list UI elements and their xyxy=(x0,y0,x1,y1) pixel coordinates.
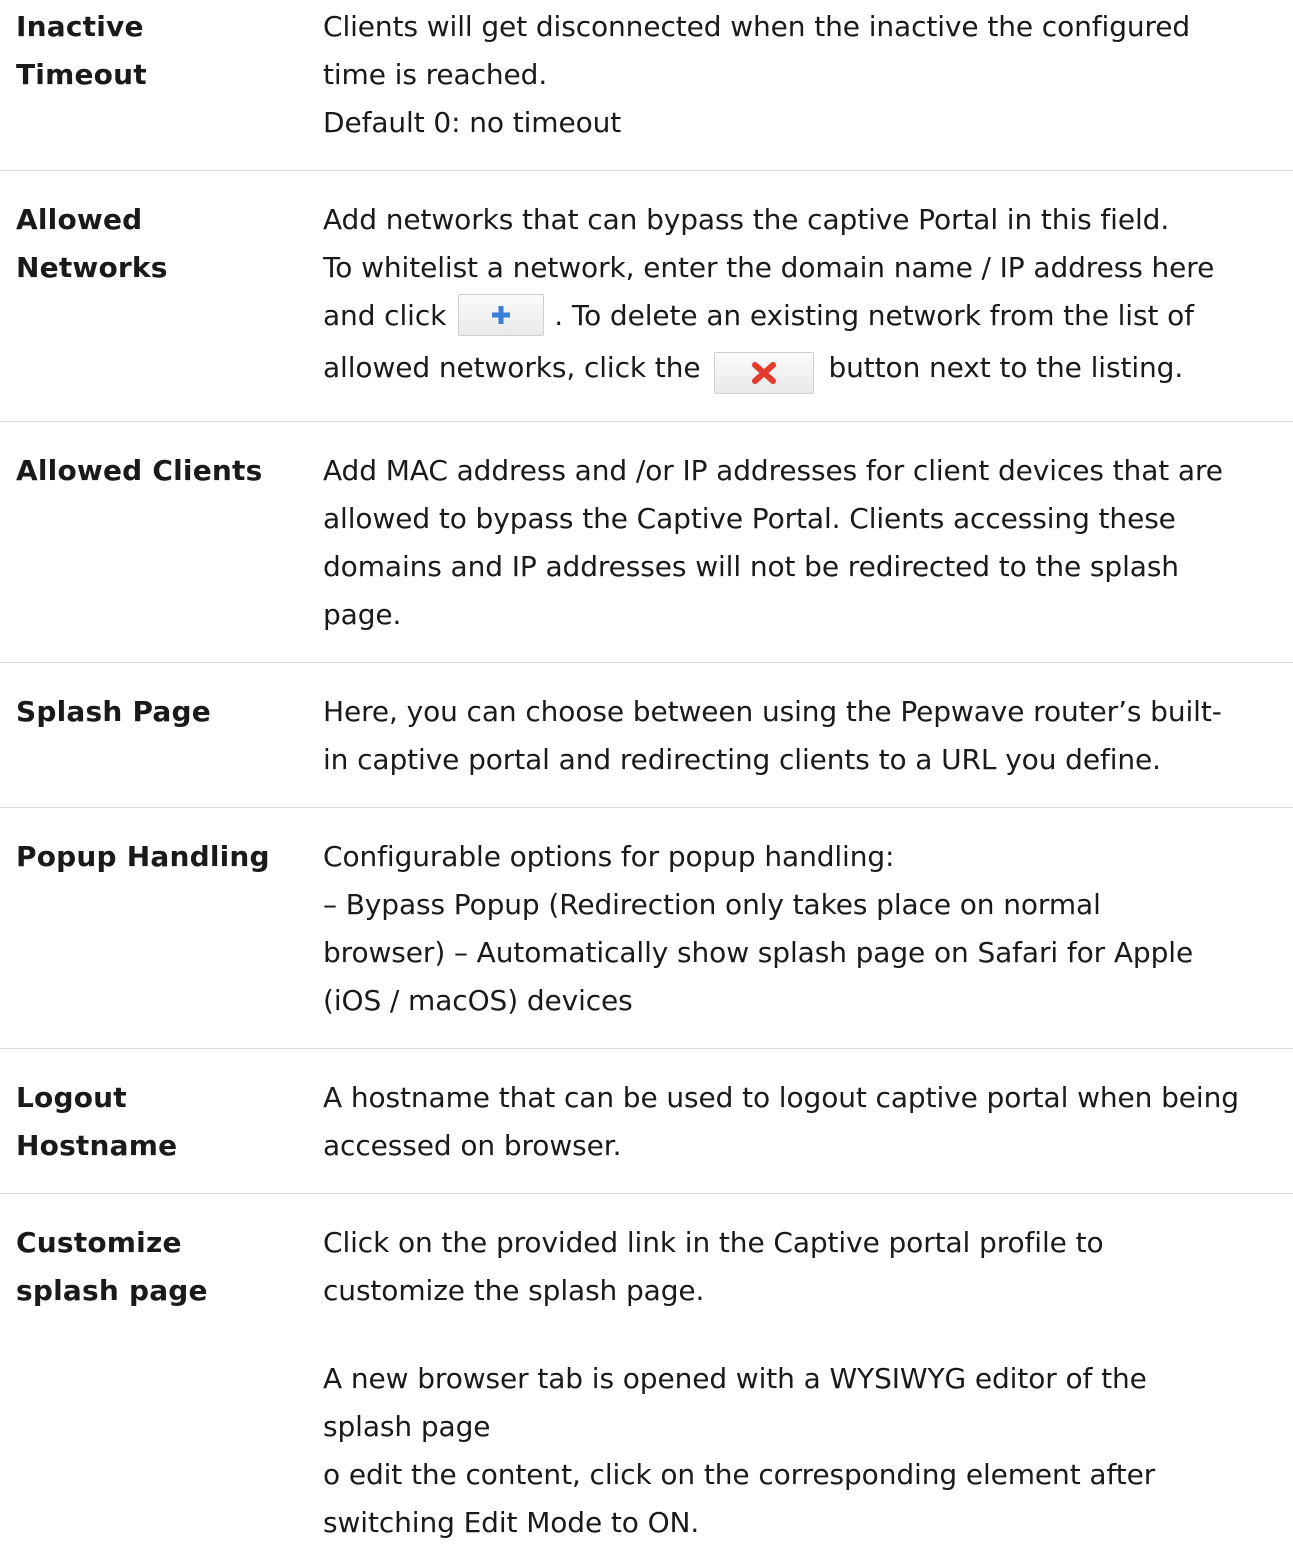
label-line: Allowed xyxy=(16,203,143,236)
desc-line: page. xyxy=(323,598,402,631)
add-network-button-illustration xyxy=(458,294,545,336)
row-label: Popup Handling xyxy=(16,833,306,881)
desc-line: allowed networks, click the button next t… xyxy=(323,344,1288,394)
desc-line: – Bypass Popup (Redirection only takes p… xyxy=(323,888,1101,921)
label-line: Logout xyxy=(16,1081,127,1114)
desc-line: Configurable options for popup handling: xyxy=(323,840,895,873)
row-logout-hostname: Logout Hostname A hostname that can be u… xyxy=(0,1049,1293,1194)
row-inactive-timeout: Inactive Timeout Clients will get discon… xyxy=(0,0,1293,171)
row-allowed-clients: Allowed Clients Add MAC address and /or … xyxy=(0,422,1293,663)
row-label: Allowed Networks xyxy=(16,196,306,292)
desc-text: button next to the listing. xyxy=(828,351,1184,384)
row-label: Inactive Timeout xyxy=(16,3,306,99)
desc-line: Here, you can choose between using the P… xyxy=(323,695,1222,728)
label-line: Networks xyxy=(16,251,168,284)
row-description: Add networks that can bypass the captive… xyxy=(323,196,1288,394)
desc-line: time is reached. xyxy=(323,58,548,91)
row-description: Clients will get disconnected when the i… xyxy=(323,3,1288,147)
row-label: Splash Page xyxy=(16,688,306,736)
desc-line: domains and IP addresses will not be red… xyxy=(323,550,1179,583)
desc-line: A hostname that can be used to logout ca… xyxy=(323,1081,1239,1114)
desc-line: allowed to bypass the Captive Portal. Cl… xyxy=(323,502,1176,535)
row-label: Logout Hostname xyxy=(16,1074,306,1170)
label-line: splash page xyxy=(16,1274,208,1307)
desc-line: splash page xyxy=(323,1410,491,1443)
desc-text: and click xyxy=(323,299,447,332)
label-line: Allowed Clients xyxy=(16,454,263,487)
settings-description-table: Inactive Timeout Clients will get discon… xyxy=(0,0,1293,1540)
desc-text: . To delete an existing network from the… xyxy=(554,299,1194,332)
red-x-icon xyxy=(752,362,777,384)
label-line: Splash Page xyxy=(16,695,211,728)
desc-line: and click . To delete an existing network… xyxy=(323,292,1288,340)
desc-line: o edit the content, click on the corresp… xyxy=(323,1458,1156,1491)
row-popup-handling: Popup Handling Configurable options for … xyxy=(0,808,1293,1049)
desc-line: To whitelist a network, enter the domain… xyxy=(323,251,1215,284)
row-splash-page: Splash Page Here, you can choose between… xyxy=(0,663,1293,808)
desc-line: (iOS / macOS) devices xyxy=(323,984,633,1017)
desc-line: browser) – Automatically show splash pag… xyxy=(323,936,1194,969)
row-label: Allowed Clients xyxy=(16,447,306,495)
desc-line: customize the splash page. xyxy=(323,1274,705,1307)
label-line: Customize xyxy=(16,1226,182,1259)
desc-line: Default 0: no timeout xyxy=(323,106,622,139)
desc-line: accessed on browser. xyxy=(323,1129,622,1162)
desc-line: Click on the provided link in the Captiv… xyxy=(323,1226,1104,1259)
row-description: Configurable options for popup handling:… xyxy=(323,833,1288,1025)
desc-text: allowed networks, click the xyxy=(323,351,701,384)
row-label: Customize splash page xyxy=(16,1219,306,1315)
row-allowed-networks: Allowed Networks Add networks that can b… xyxy=(0,171,1293,422)
desc-line: Add networks that can bypass the captive… xyxy=(323,203,1170,236)
label-line: Inactive xyxy=(16,10,144,43)
label-line: Popup Handling xyxy=(16,840,270,873)
desc-line: in captive portal and redirecting client… xyxy=(323,743,1161,776)
row-description: Click on the provided link in the Captiv… xyxy=(323,1219,1288,1547)
label-line: Timeout xyxy=(16,58,147,91)
row-customize-splash-page: Customize splash page Click on the provi… xyxy=(0,1194,1293,1540)
plus-icon xyxy=(492,306,511,324)
desc-line: A new browser tab is opened with a WYSIW… xyxy=(323,1362,1147,1395)
desc-line: Clients will get disconnected when the i… xyxy=(323,10,1191,43)
label-line: Hostname xyxy=(16,1129,178,1162)
row-description: A hostname that can be used to logout ca… xyxy=(323,1074,1288,1170)
row-description: Add MAC address and /or IP addresses for… xyxy=(323,447,1288,639)
delete-network-button-illustration xyxy=(714,352,815,394)
row-description: Here, you can choose between using the P… xyxy=(323,688,1288,784)
desc-line: Add MAC address and /or IP addresses for… xyxy=(323,454,1223,487)
